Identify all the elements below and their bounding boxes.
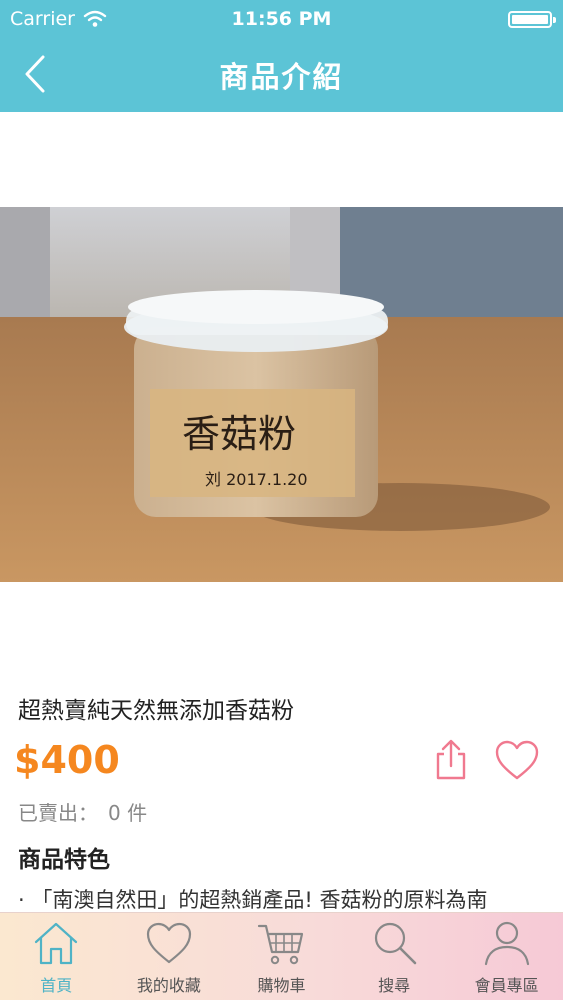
- search-icon: [374, 922, 417, 965]
- sold-count: 已賣出： 0 件: [18, 797, 157, 826]
- tab-label: 購物車: [257, 976, 306, 995]
- tab-label: 首頁: [40, 976, 73, 995]
- product-image: 香菇粉 刘 2017.1.20: [0, 207, 563, 582]
- svg-text:香菇粉: 香菇粉: [182, 412, 296, 456]
- status-time: 11:56 PM: [231, 8, 332, 30]
- back-button[interactable]: [14, 52, 56, 96]
- tab-home[interactable]: 首頁: [0, 913, 113, 1000]
- tab-search[interactable]: 搜尋: [338, 913, 451, 1000]
- product-title: 超熱賣純天然無添加香菇粉: [18, 698, 294, 724]
- tab-bar: 首頁 我的收藏 購物車 搜尋 會員專區: [0, 912, 563, 1000]
- cart-icon: [258, 924, 304, 965]
- tab-cart[interactable]: 購物車: [225, 913, 338, 1000]
- share-icon: [436, 739, 466, 780]
- user-icon: [484, 921, 529, 966]
- tab-favorites[interactable]: 我的收藏: [113, 913, 226, 1000]
- share-button[interactable]: [430, 738, 472, 784]
- product-price: $400: [14, 738, 120, 782]
- page-title: 商品介紹: [219, 60, 344, 94]
- sold-value: 0 件: [108, 801, 148, 825]
- header: Carrier 11:56 PM 商品介紹: [0, 0, 563, 112]
- tab-member[interactable]: 會員專區: [450, 913, 563, 1000]
- chevron-left-icon: [25, 55, 45, 93]
- features-heading: 商品特色: [18, 847, 110, 873]
- heart-icon: [495, 740, 539, 780]
- tab-label: 搜尋: [378, 976, 411, 995]
- svg-text:刘 2017.1.20: 刘 2017.1.20: [205, 470, 308, 489]
- home-icon: [35, 922, 78, 965]
- tab-label: 我的收藏: [136, 976, 201, 995]
- tab-label: 會員專區: [474, 976, 539, 995]
- heart-icon: [146, 922, 191, 964]
- status-bar: Carrier 11:56 PM: [0, 0, 563, 38]
- battery-icon: [508, 11, 556, 28]
- favorite-button[interactable]: [494, 740, 540, 782]
- product-description: · 「南澳自然田」的超熱銷產品! 香菇粉的原料為南: [18, 888, 488, 912]
- sold-label: 已賣出：: [18, 801, 98, 825]
